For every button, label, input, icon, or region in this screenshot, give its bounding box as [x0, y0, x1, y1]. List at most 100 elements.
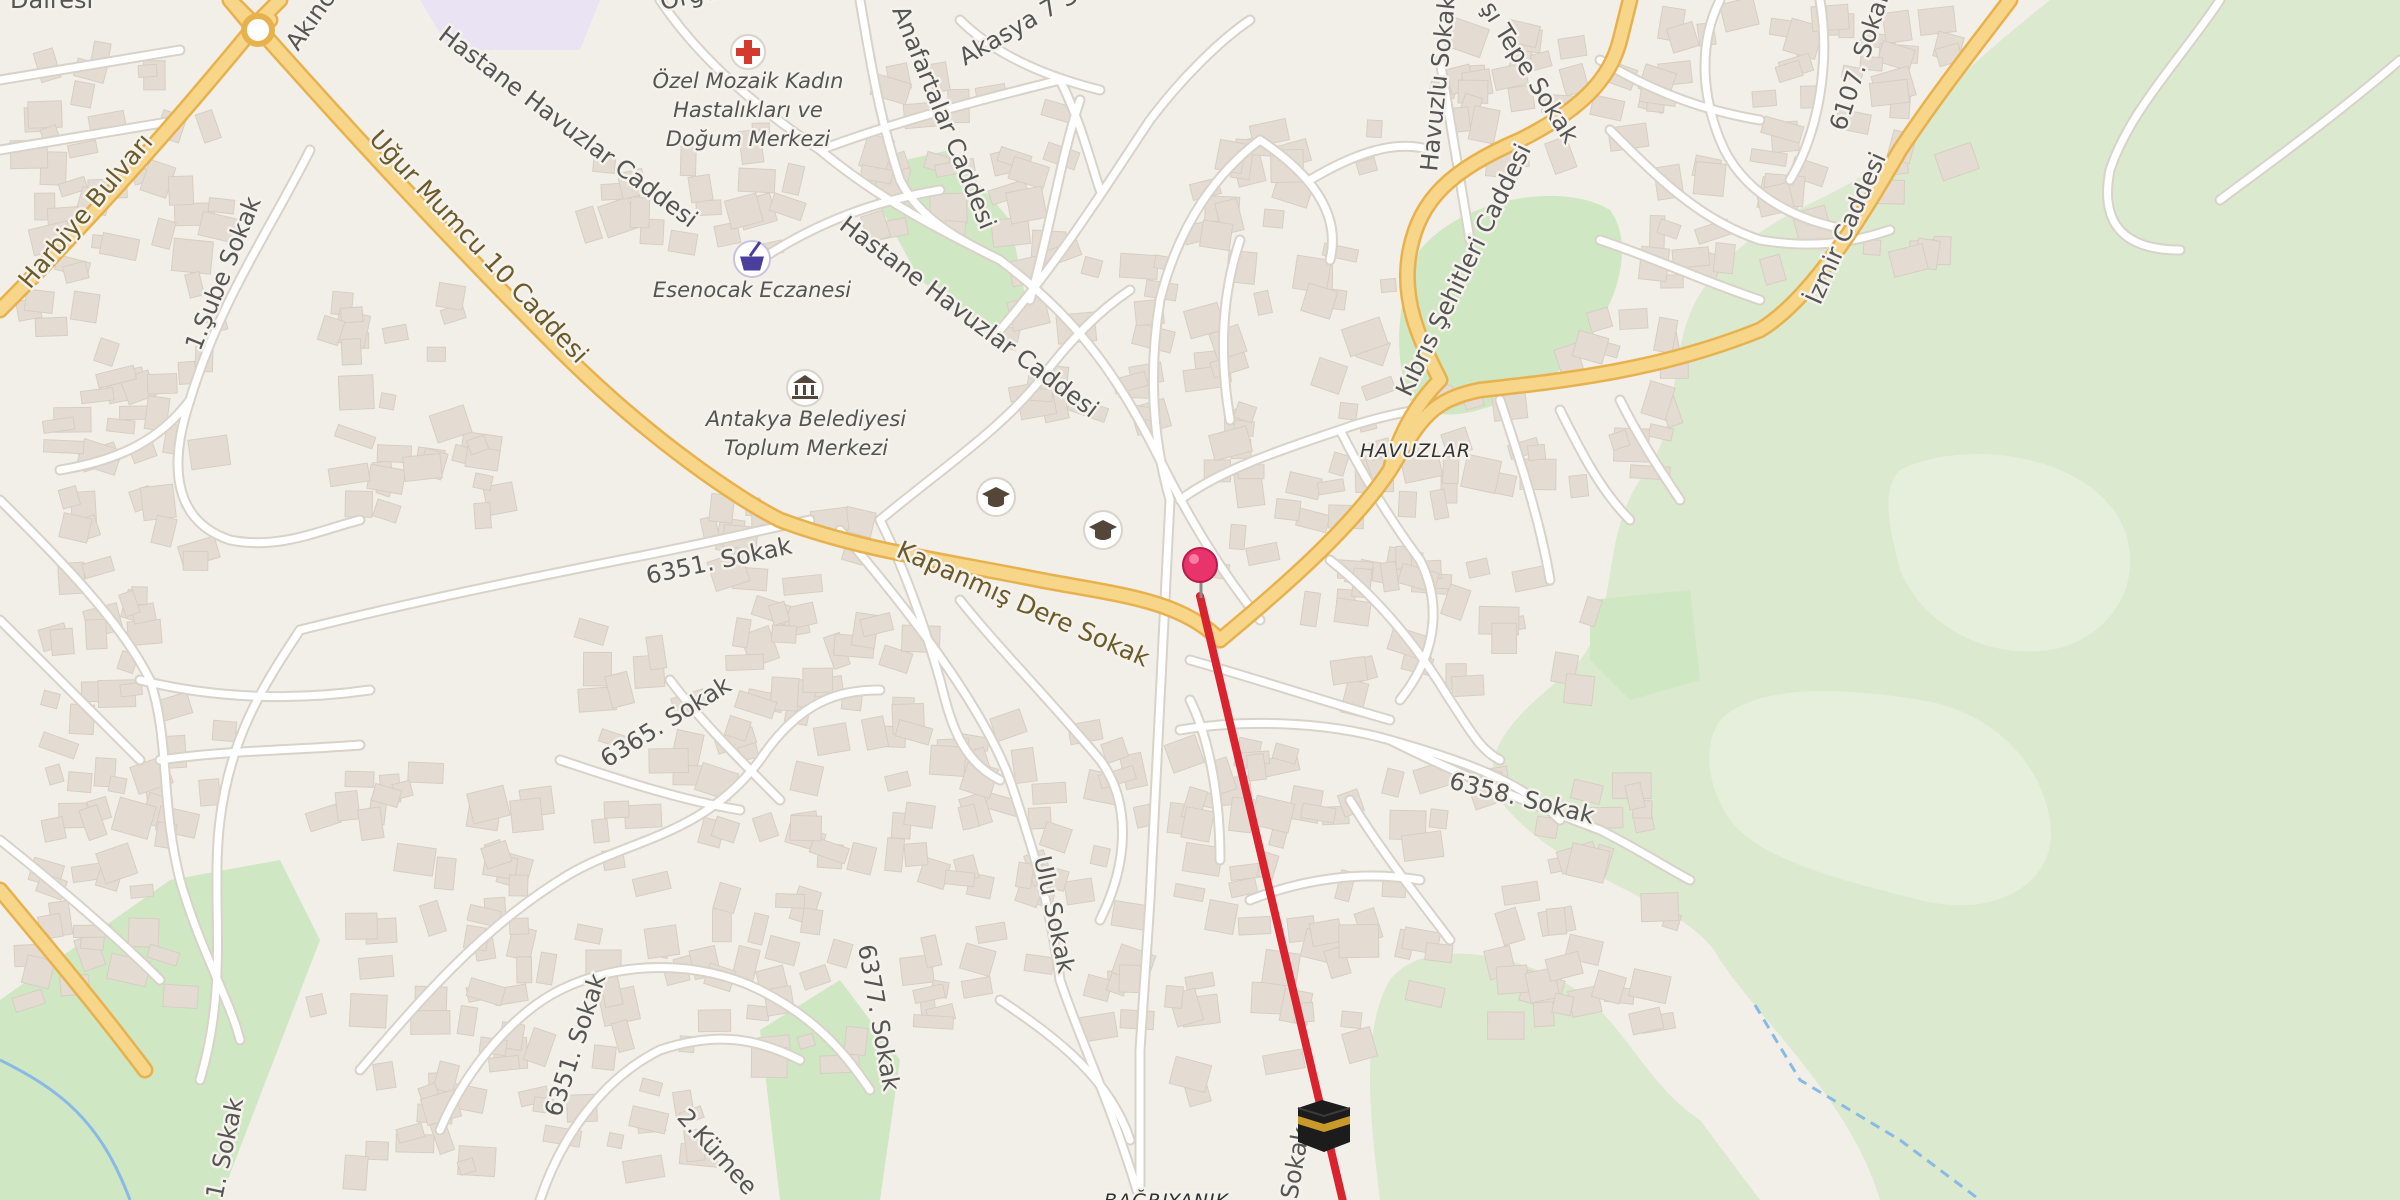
- building: [1328, 451, 1350, 477]
- building: [603, 800, 630, 819]
- building: [573, 617, 609, 646]
- building: [348, 992, 388, 1029]
- building: [574, 205, 604, 244]
- building: [737, 167, 776, 194]
- building: [1245, 752, 1267, 782]
- building: [44, 763, 65, 786]
- poi-kaaba[interactable]: [1297, 1100, 1351, 1152]
- building: [725, 653, 765, 672]
- building: [1618, 307, 1649, 331]
- building: [337, 374, 375, 411]
- building: [960, 975, 994, 999]
- roundabout: [241, 13, 275, 47]
- building: [687, 173, 714, 204]
- building: [667, 229, 699, 256]
- building: [81, 555, 116, 580]
- building: [1712, 242, 1736, 275]
- building: [1424, 941, 1454, 964]
- building: [802, 667, 834, 693]
- map-view[interactable]: Uğur Mumcu 10 Caddesi Hastane Havuzlar C…: [0, 0, 2400, 1200]
- building: [1295, 507, 1331, 534]
- building: [860, 715, 890, 751]
- building: [1163, 734, 1206, 774]
- building: [105, 417, 136, 435]
- building: [1487, 1011, 1525, 1040]
- building: [1428, 808, 1449, 830]
- building: [826, 938, 854, 969]
- street-label: Akıncı: [280, 0, 344, 55]
- map-canvas[interactable]: Uğur Mumcu 10 Caddesi Hastane Havuzlar C…: [0, 0, 2400, 1200]
- poi-school-2[interactable]: [1083, 510, 1123, 550]
- building: [1338, 923, 1380, 959]
- building: [364, 1140, 390, 1161]
- building: [799, 963, 832, 991]
- poi-label: Özel Mozaik Kadın Hastalıkları ve Doğum Me…: [653, 68, 844, 151]
- area-label-havuzlar: HAVUZLAR: [1360, 440, 1471, 462]
- street-label: Dairesi: [10, 0, 93, 14]
- building: [1164, 984, 1184, 1009]
- building: [812, 722, 851, 757]
- building: [1545, 906, 1568, 936]
- building: [194, 108, 222, 144]
- location-marker[interactable]: [1182, 547, 1218, 598]
- poi-label-line: Esenocak Eczanesi: [653, 278, 851, 302]
- building: [591, 817, 610, 844]
- building: [340, 338, 363, 366]
- building: [1400, 830, 1445, 863]
- building: [57, 485, 82, 510]
- area-label-bagriyanik: BAĞRIYANIK: [1104, 1188, 1230, 1200]
- building: [1080, 255, 1104, 279]
- building: [621, 1154, 666, 1184]
- poi-school-1[interactable]: [976, 477, 1016, 517]
- building: [751, 811, 780, 843]
- building: [327, 462, 371, 488]
- building: [781, 573, 824, 596]
- building: [1237, 915, 1272, 936]
- building: [509, 797, 544, 834]
- building: [466, 784, 511, 825]
- building: [1274, 497, 1302, 522]
- building: [1253, 289, 1274, 316]
- building: [1338, 401, 1359, 421]
- building: [40, 689, 61, 710]
- building: [372, 498, 402, 524]
- building: [522, 1026, 557, 1068]
- poi-community-center[interactable]: Antakya Belediyesi Toplum Merkezi: [701, 369, 909, 463]
- building: [211, 719, 238, 743]
- building: [1751, 89, 1778, 108]
- building: [98, 231, 141, 262]
- building: [305, 992, 328, 1018]
- park-area-4: [0, 860, 320, 1200]
- building: [366, 463, 407, 495]
- building: [107, 775, 128, 795]
- building: [884, 770, 912, 792]
- building: [344, 490, 374, 518]
- building: [167, 175, 195, 206]
- building: [648, 747, 690, 774]
- building: [304, 803, 342, 833]
- building: [1557, 34, 1588, 60]
- street-label: Hastane Havuzlar Caddesi: [433, 20, 703, 233]
- building: [884, 836, 906, 873]
- building: [1465, 557, 1491, 579]
- building: [1494, 906, 1526, 947]
- building: [70, 80, 96, 109]
- building: [638, 1077, 664, 1097]
- building: [1245, 541, 1281, 567]
- building: [207, 197, 236, 215]
- building: [1173, 882, 1206, 903]
- building: [764, 934, 801, 967]
- kaaba-icon: [1297, 1100, 1351, 1152]
- building: [182, 550, 209, 571]
- building: [34, 316, 68, 338]
- building: [1228, 523, 1247, 551]
- poi-label: Esenocak Eczanesi: [653, 278, 851, 302]
- building: [775, 892, 806, 909]
- building: [1118, 252, 1159, 281]
- building: [1526, 443, 1547, 462]
- building: [1329, 655, 1369, 686]
- building: [623, 803, 663, 830]
- building: [93, 337, 120, 367]
- building: [1692, 160, 1727, 198]
- building: [1491, 622, 1518, 654]
